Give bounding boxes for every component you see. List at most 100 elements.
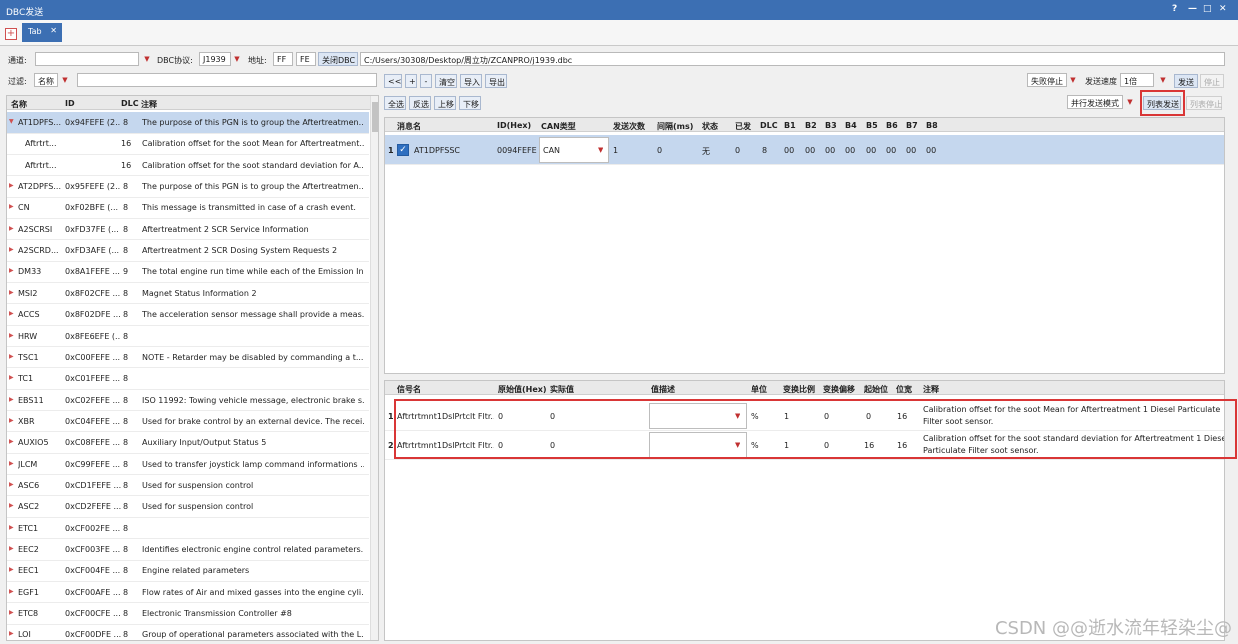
- message-list-row[interactable]: ▶ EEC1 0xCF004FE ... 8 Engine related parame…: [7, 560, 369, 582]
- message-list-row[interactable]: ▶ LOI 0xCF00DFE ... 8 Group of operational p…: [7, 624, 369, 640]
- filter-field-dropdown-icon[interactable]: ▼: [59, 73, 71, 87]
- dbc-protocol-dropdown-icon[interactable]: ▼: [231, 52, 243, 66]
- msg-byte-b2[interactable]: 00: [805, 146, 815, 155]
- stop-button[interactable]: 停止: [1200, 74, 1224, 88]
- message-list-row[interactable]: ▶ EBS11 0xC02FEFE ... 8 ISO 11992: Towing ve…: [7, 390, 369, 412]
- msg-byte-b6[interactable]: 00: [886, 146, 896, 155]
- collapse-button[interactable]: <<: [384, 74, 402, 88]
- dbc-protocol-select[interactable]: J1939: [199, 52, 231, 66]
- invert-selection-button[interactable]: 反选: [409, 96, 431, 110]
- dbc-path-field[interactable]: C:/Users/30308/Desktop/周立功/ZCANPRO/j1939…: [360, 52, 1225, 66]
- message-list-row[interactable]: ▶ EEC2 0xCF003FE ... 8 Identifies electronic…: [7, 539, 369, 561]
- msg-byte-b7[interactable]: 00: [906, 146, 916, 155]
- filter-field-select[interactable]: 名称: [34, 73, 58, 87]
- message-list-row[interactable]: ▶ TC1 0xC01FEFE ... 8: [7, 368, 369, 390]
- expand-right-icon[interactable]: ▶: [9, 203, 14, 210]
- channel-dropdown-icon[interactable]: ▼: [141, 52, 153, 66]
- message-list-row[interactable]: ▶ A2SCRD... 0xFD3AFE (... 8 Aftertreatment 2…: [7, 240, 369, 262]
- message-list-row[interactable]: Aftrtrt... 16 Calibration offset for the s…: [7, 155, 369, 177]
- msg-byte-b8[interactable]: 00: [926, 146, 936, 155]
- message-list-row[interactable]: ▼ AT1DPFS... 0x94FEFE (2... 8 The purpose of…: [7, 112, 369, 134]
- fail-stop-select[interactable]: 失败停止: [1027, 73, 1067, 87]
- list-stop-button[interactable]: 列表停止: [1186, 96, 1222, 110]
- message-list-row[interactable]: Aftrtrt... 16 Calibration offset for the s…: [7, 133, 369, 155]
- tab-main[interactable]: Tab ✕: [22, 23, 62, 42]
- send-speed-dropdown-icon[interactable]: ▼: [1157, 73, 1169, 87]
- clear-button[interactable]: 清空: [435, 74, 457, 88]
- expand-right-icon[interactable]: ▶: [9, 182, 14, 189]
- send-mode-dropdown-icon[interactable]: ▼: [1124, 95, 1136, 109]
- select-all-button[interactable]: 全选: [384, 96, 406, 110]
- expand-right-icon[interactable]: ▶: [9, 225, 14, 232]
- move-up-button[interactable]: 上移: [434, 96, 456, 110]
- message-list-row[interactable]: ▶ AUXIO5 0xC08FEFE ... 8 Auxiliary Input/Out…: [7, 432, 369, 454]
- expand-right-icon[interactable]: ▶: [9, 566, 14, 573]
- message-list-row[interactable]: ▶ TSC1 0xC00FEFE ... 8 NOTE - Retarder may b…: [7, 347, 369, 369]
- expand-right-icon[interactable]: ▶: [9, 630, 14, 637]
- can-type-select[interactable]: CAN ▼: [539, 137, 609, 163]
- expand-right-icon[interactable]: ▶: [9, 246, 14, 253]
- scrollbar-thumb[interactable]: [372, 102, 378, 132]
- help-icon[interactable]: ?: [1172, 4, 1177, 14]
- message-list-row[interactable]: ▶ JLCM 0xC99FEFE ... 8 Used to transfer joys…: [7, 454, 369, 476]
- message-list-row[interactable]: ▶ DM33 0x8A1FEFE ... 9 The total engine run …: [7, 261, 369, 283]
- msg-count[interactable]: 1: [613, 146, 618, 155]
- expand-right-icon[interactable]: ▶: [9, 609, 14, 616]
- expand-right-icon[interactable]: ▶: [9, 374, 14, 381]
- move-down-button[interactable]: 下移: [459, 96, 481, 110]
- close-icon[interactable]: ✕: [1219, 4, 1227, 14]
- message-list-row[interactable]: ▶ ETC8 0xCF00CFE ... 8 Electronic Transmissi…: [7, 603, 369, 625]
- expand-right-icon[interactable]: ▶: [9, 524, 14, 531]
- row-checkbox[interactable]: ✓: [397, 144, 409, 156]
- col-dlc-header[interactable]: DLC: [121, 99, 139, 108]
- send-mode-select[interactable]: 并行发送模式: [1067, 95, 1123, 109]
- expand-right-icon[interactable]: ▶: [9, 438, 14, 445]
- expand-right-icon[interactable]: ▶: [9, 417, 14, 424]
- expand-right-icon[interactable]: ▶: [9, 481, 14, 488]
- message-list-row[interactable]: ▶ A2SCRSI 0xFD37FE (... 8 Aftertreatment 2 S…: [7, 219, 369, 241]
- message-list-row[interactable]: ▶ ETC1 0xCF002FE ... 8: [7, 518, 369, 540]
- message-list-row[interactable]: ▶ AT2DPFS... 0x95FEFE (2... 8 The purpose of…: [7, 176, 369, 198]
- send-message-row[interactable]: 1 ✓ AT1DPFSSC 0094FEFE CAN ▼ 1 0 无 0 8 0…: [385, 135, 1224, 165]
- close-dbc-button[interactable]: 关闭DBC: [318, 52, 358, 66]
- filter-input[interactable]: [77, 73, 377, 87]
- remove-message-button[interactable]: -: [420, 74, 432, 88]
- col-comment-header[interactable]: 注释: [141, 99, 157, 110]
- expand-down-icon[interactable]: ▼: [9, 118, 14, 125]
- message-list-row[interactable]: ▶ XBR 0xC04FEFE ... 8 Used for brake control…: [7, 411, 369, 433]
- msg-byte-b3[interactable]: 00: [825, 146, 835, 155]
- maximize-icon[interactable]: □: [1203, 4, 1212, 14]
- import-button[interactable]: 导入: [460, 74, 482, 88]
- can-type-dropdown-icon[interactable]: ▼: [598, 146, 603, 154]
- send-button[interactable]: 发送: [1174, 74, 1198, 88]
- message-list-row[interactable]: ▶ CN 0xF02BFE (... 8 This message is transmi…: [7, 197, 369, 219]
- col-name-header[interactable]: 名称: [11, 99, 27, 110]
- expand-right-icon[interactable]: ▶: [9, 353, 14, 360]
- expand-right-icon[interactable]: ▶: [9, 396, 14, 403]
- export-button[interactable]: 导出: [485, 74, 507, 88]
- msg-interval[interactable]: 0: [657, 146, 662, 155]
- message-list-row[interactable]: ▶ ACCS 0x8F02DFE ... 8 The acceleration sens…: [7, 304, 369, 326]
- expand-right-icon[interactable]: ▶: [9, 332, 14, 339]
- message-list-row[interactable]: ▶ ASC6 0xCD1FEFE ... 8 Used for suspension c…: [7, 475, 369, 497]
- minimize-icon[interactable]: —: [1188, 4, 1197, 14]
- channel-select[interactable]: [35, 52, 139, 66]
- expand-right-icon[interactable]: ▶: [9, 545, 14, 552]
- expand-right-icon[interactable]: ▶: [9, 310, 14, 317]
- msg-byte-b5[interactable]: 00: [866, 146, 876, 155]
- address-field-1[interactable]: FF: [273, 52, 293, 66]
- tab-close-icon[interactable]: ✕: [50, 26, 57, 35]
- send-speed-select[interactable]: 1倍: [1120, 73, 1154, 87]
- expand-right-icon[interactable]: ▶: [9, 267, 14, 274]
- message-list-row[interactable]: ▶ ASC2 0xCD2FEFE ... 8 Used for suspension c…: [7, 496, 369, 518]
- col-id-header[interactable]: ID: [65, 99, 75, 108]
- expand-right-icon[interactable]: ▶: [9, 289, 14, 296]
- msg-byte-b4[interactable]: 00: [845, 146, 855, 155]
- add-tab-icon[interactable]: +: [5, 28, 17, 40]
- message-list-row[interactable]: ▶ EGF1 0xCF00AFE ... 8 Flow rates of Air and…: [7, 582, 369, 604]
- add-message-button[interactable]: +: [405, 74, 417, 88]
- message-list-scrollbar[interactable]: [370, 96, 378, 640]
- msg-byte-b1[interactable]: 00: [784, 146, 794, 155]
- expand-right-icon[interactable]: ▶: [9, 460, 14, 467]
- expand-right-icon[interactable]: ▶: [9, 588, 14, 595]
